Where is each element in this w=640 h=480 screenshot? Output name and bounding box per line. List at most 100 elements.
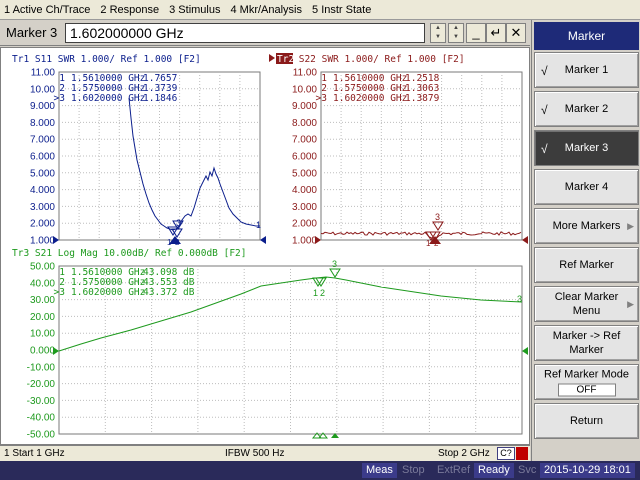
softkey-label: Clear Marker Menu (554, 291, 619, 317)
marker-4-softkey[interactable]: Marker 4 (534, 169, 639, 205)
return-softkey[interactable]: Return (534, 403, 639, 439)
y-tick-label: 50.00 (30, 262, 55, 273)
tr1-ref-right-arrow (260, 236, 266, 244)
y-tick-label: 9.000 (30, 101, 55, 112)
menu-instr-state[interactable]: 5 Instr State (308, 4, 377, 16)
svc-indicator: Svc (518, 464, 537, 476)
close-entry-button[interactable]: ✕ (506, 23, 526, 43)
plot-svg: Tr1 S11 SWR 1.000/ Ref 1.000 [F2] 11.001… (12, 53, 528, 441)
tr2-active-arrow-icon (269, 54, 275, 62)
softkey-label: Return (569, 415, 604, 427)
meas-indicator: Meas (362, 463, 397, 478)
y-tick-label: 8.000 (30, 118, 55, 129)
y-tick-label: 5.000 (292, 168, 317, 179)
menu-active-ch-trace[interactable]: 1 Active Ch/Trace (0, 4, 96, 16)
tr2-title: S22 SWR 1.000/ Ref 1.000 [F2] (293, 54, 465, 65)
tr1-ref-left-arrow (53, 236, 59, 244)
y-tick-label: 30.00 (30, 295, 55, 306)
down-arrow-icon: ▼ (435, 34, 441, 40)
marker-2-softkey[interactable]: √ Marker 2 (534, 91, 639, 127)
calibration-status-badge[interactable]: C? (497, 447, 515, 460)
y-tick-label: 10.00 (30, 329, 55, 340)
clear-entry-button[interactable]: _ (466, 23, 486, 43)
y-tick-label: 6.000 (292, 152, 317, 163)
softkey-label: Marker 1 (564, 64, 609, 76)
more-markers-softkey[interactable]: More Markers ▶ (534, 208, 639, 244)
y-tick-label: 40.00 (30, 278, 55, 289)
tr1-marker-table: 1 1.5610000 GHz1.76572 1.5750000 GHz1.3739… (54, 73, 178, 104)
y-tick-label: 11.00 (31, 68, 56, 79)
marker-frequency: 1.6020000 GHz (71, 93, 145, 104)
clear-marker-menu-softkey[interactable]: Clear Marker Menu ▶ (534, 286, 639, 322)
enter-icon: ↵ (490, 25, 502, 40)
softkey-label: Ref Marker Mode (544, 368, 629, 381)
y-tick-label: 4.000 (30, 185, 55, 196)
ref-marker-softkey[interactable]: Ref Marker (534, 247, 639, 283)
start-frequency[interactable]: 1 Start 1 GHz (4, 448, 65, 459)
y-tick-label: 1.000 (292, 236, 317, 247)
softkey-label: Marker 2 (564, 103, 609, 115)
marker-value: 1.1846 (143, 93, 178, 104)
tr3-marker-table: 1 1.5610000 GHz43.098 dB2 1.5750000 GHz43.… (54, 267, 195, 298)
tr3-marker-3-label: 3 (332, 259, 337, 269)
tr3-ref-left-arrow (53, 347, 59, 355)
spin-step-button[interactable]: ▲ ▼ (448, 23, 464, 43)
softkey-label: Ref Marker (559, 259, 614, 271)
date-time: 2015-10-29 18:01 (540, 463, 635, 478)
marker-number: >3 (54, 287, 65, 298)
y-tick-label: 6.000 (30, 152, 55, 163)
tr3-y-tick-labels: 50.00 40.00 30.00 20.00 10.00 0.000 -10.00 -20.… (27, 262, 56, 441)
ready-indicator: Ready (474, 463, 514, 478)
marker-frequency-input[interactable]: 1.602000000 GHz (65, 23, 425, 43)
softkey-label: Marker -> Ref Marker (552, 330, 621, 356)
ref-marker-mode-softkey[interactable]: Ref Marker Mode OFF (534, 364, 639, 400)
marker-number: >3 (54, 93, 65, 104)
tr1-panel: Tr1 S11 SWR 1.000/ Ref 1.000 [F2] 11.001… (12, 54, 266, 247)
marker-1-softkey[interactable]: √ Marker 1 (534, 52, 639, 88)
tr2-ref-left-arrow (315, 236, 321, 244)
tr2-ref-right-arrow (522, 236, 528, 244)
channel-status-bar: 1 Start 1 GHz IFBW 500 Hz Stop 2 GHz C? (0, 445, 530, 461)
ifbw-value[interactable]: IFBW 500 Hz (225, 448, 284, 459)
tr3-marker-1-label: 1 (313, 288, 318, 298)
marker-3-softkey[interactable]: √ Marker 3 (534, 130, 639, 166)
extref-indicator: ExtRef (437, 464, 471, 476)
tr2-tag: Tr2 (277, 54, 294, 65)
softkey-label: Marker 3 (564, 142, 609, 154)
up-arrow-icon: ▲ (453, 25, 459, 31)
menu-response[interactable]: 2 Response (96, 4, 165, 16)
menu-bar: 1 Active Ch/Trace 2 Response 3 Stimulus … (0, 0, 640, 20)
stop-frequency[interactable]: Stop 2 GHz (438, 448, 490, 459)
y-tick-label: -20.00 (27, 379, 56, 390)
marker-value: 1.3879 (405, 93, 440, 104)
chevron-right-icon: ▶ (627, 299, 634, 309)
y-tick-label: 10.00 (30, 84, 55, 95)
y-tick-label: 7.000 (292, 135, 317, 146)
chevron-right-icon: ▶ (627, 221, 634, 231)
plot-area: Tr1 S11 SWR 1.000/ Ref 1.000 [F2] 11.00 1… (0, 47, 530, 445)
y-tick-label: 2.000 (292, 219, 317, 230)
softkey-panel: Marker √ Marker 1 √ Marker 2 √ Marker 3 … (531, 20, 640, 461)
menu-stimulus[interactable]: 3 Stimulus (165, 4, 226, 16)
entry-bar: Marker 3 1.602000000 GHz ▲ ▼ ▲ ▼ _ ↵ ✕ (0, 20, 530, 46)
menu-mkr-analysis[interactable]: 4 Mkr/Analysis (226, 4, 308, 16)
y-tick-label: 10.00 (292, 84, 317, 95)
enter-button[interactable]: ↵ (486, 23, 506, 43)
y-tick-label: 9.000 (292, 101, 317, 112)
tr1-title: Tr1 S11 SWR 1.000/ Ref 1.000 [F2] (12, 54, 201, 65)
softkey-label: More Markers (552, 220, 621, 232)
spin-up-down-button[interactable]: ▲ ▼ (430, 23, 446, 43)
y-tick-label: -10.00 (27, 362, 56, 373)
marker-value: 43.372 dB (143, 287, 195, 298)
tr2-y-tick-labels: 11.00 10.00 9.000 8.000 7.000 6.000 5.000 4.000… (292, 68, 317, 247)
marker-to-ref-marker-softkey[interactable]: Marker -> Ref Marker (534, 325, 639, 361)
y-tick-label: 0.000 (30, 346, 55, 357)
up-arrow-icon: ▲ (435, 25, 441, 31)
y-tick-label: 2.000 (30, 219, 55, 230)
y-tick-label: -40.00 (27, 413, 56, 424)
y-tick-label: 3.000 (292, 202, 317, 213)
tr1-marker-3-label: 3 (176, 218, 181, 228)
marker-frequency: 1.6020000 GHz (333, 93, 407, 104)
y-tick-label: -50.00 (27, 430, 56, 441)
marker-number: >3 (316, 93, 327, 104)
